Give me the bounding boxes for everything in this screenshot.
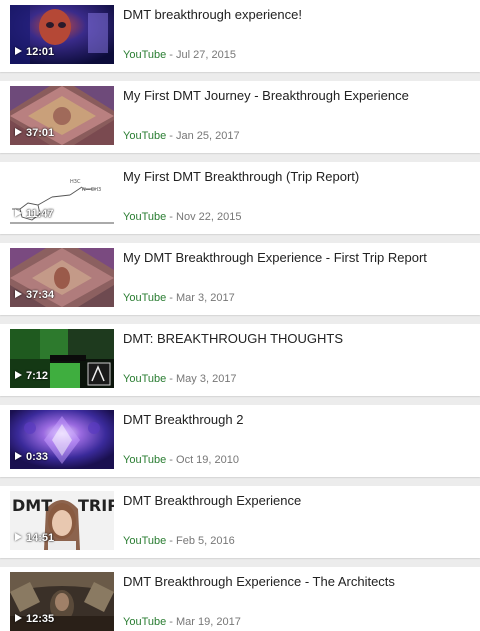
meta-separator: - xyxy=(166,454,177,466)
video-thumbnail[interactable]: H3C N—CH3 11:47 xyxy=(10,167,114,226)
result-date: Feb 5, 2016 xyxy=(176,535,235,547)
video-thumbnail[interactable]: DMT TRIP 14:51 xyxy=(10,491,114,550)
video-thumbnail[interactable]: 37:01 xyxy=(10,86,114,145)
result-card[interactable]: H3C N—CH3 11:47 My First DMT Breakthroug… xyxy=(0,162,480,234)
result-title[interactable]: DMT: BREAKTHROUGH THOUGHTS xyxy=(123,330,466,347)
result-meta: YouTube - Oct 19, 2010 xyxy=(123,454,239,466)
result-source: YouTube xyxy=(123,373,167,385)
result-title[interactable]: DMT Breakthrough Experience xyxy=(123,492,466,509)
meta-separator: - xyxy=(166,292,177,304)
video-duration: 14:51 xyxy=(15,532,54,545)
meta-separator: - xyxy=(166,373,177,385)
meta-separator: - xyxy=(166,49,177,61)
video-duration: 12:35 xyxy=(15,613,54,626)
result-meta: YouTube - May 3, 2017 xyxy=(123,373,237,385)
play-icon xyxy=(15,47,22,55)
result-meta: YouTube - Nov 22, 2015 xyxy=(123,211,241,223)
result-source: YouTube xyxy=(123,616,167,628)
video-thumbnail[interactable]: 7:12 xyxy=(10,329,114,388)
play-icon xyxy=(15,371,22,379)
video-duration: 11:47 xyxy=(15,208,54,221)
result-meta: YouTube - Feb 5, 2016 xyxy=(123,535,235,547)
video-duration: 37:34 xyxy=(15,289,54,302)
result-card[interactable]: 12:35 DMT Breakthrough Experience - The … xyxy=(0,567,480,631)
result-date: May 3, 2017 xyxy=(176,373,237,385)
result-date: Mar 3, 2017 xyxy=(176,292,235,304)
result-date: Mar 19, 2017 xyxy=(176,616,241,628)
thumb-label-dmt: DMT xyxy=(12,496,52,515)
result-source: YouTube xyxy=(123,130,167,142)
result-source: YouTube xyxy=(123,535,167,547)
play-icon xyxy=(15,452,22,460)
result-card[interactable]: 37:34 My DMT Breakthrough Experience - F… xyxy=(0,243,480,315)
result-card[interactable]: 7:12 DMT: BREAKTHROUGH THOUGHTS YouTube … xyxy=(0,324,480,396)
result-title[interactable]: My First DMT Journey - Breakthrough Expe… xyxy=(123,87,466,104)
result-title[interactable]: DMT Breakthrough 2 xyxy=(123,411,466,428)
result-title[interactable]: My First DMT Breakthrough (Trip Report) xyxy=(123,168,466,185)
video-duration: 7:12 xyxy=(15,370,48,383)
result-card[interactable]: 37:01 My First DMT Journey - Breakthroug… xyxy=(0,81,480,153)
meta-separator: - xyxy=(166,616,177,628)
result-source: YouTube xyxy=(123,49,167,61)
result-card[interactable]: 0:33 DMT Breakthrough 2 YouTube - Oct 19… xyxy=(0,405,480,477)
result-date: Jan 25, 2017 xyxy=(176,130,240,142)
search-results-list: 12:01 DMT breakthrough experience! YouTu… xyxy=(0,0,480,631)
meta-separator: - xyxy=(166,535,177,547)
result-date: Nov 22, 2015 xyxy=(176,211,242,223)
result-date: Jul 27, 2015 xyxy=(176,49,236,61)
result-card[interactable]: 12:01 DMT breakthrough experience! YouTu… xyxy=(0,0,480,72)
video-thumbnail[interactable]: 12:01 xyxy=(10,5,114,64)
video-thumbnail[interactable]: 37:34 xyxy=(10,248,114,307)
result-meta: YouTube - Mar 19, 2017 xyxy=(123,616,241,628)
play-icon xyxy=(15,209,22,217)
result-meta: YouTube - Jan 25, 2017 xyxy=(123,130,240,142)
video-duration: 0:33 xyxy=(15,451,48,464)
result-title[interactable]: DMT breakthrough experience! xyxy=(123,6,466,23)
result-meta: YouTube - Jul 27, 2015 xyxy=(123,49,236,61)
result-source: YouTube xyxy=(123,292,167,304)
result-meta: YouTube - Mar 3, 2017 xyxy=(123,292,235,304)
result-title[interactable]: DMT Breakthrough Experience - The Archit… xyxy=(123,573,466,590)
video-duration: 12:01 xyxy=(15,46,54,59)
result-source: YouTube xyxy=(123,454,167,466)
result-title[interactable]: My DMT Breakthrough Experience - First T… xyxy=(123,249,466,266)
result-source: YouTube xyxy=(123,211,167,223)
thumb-label-h3c: H3C xyxy=(70,179,81,185)
thumb-label-trip: TRIP xyxy=(78,496,114,515)
video-thumbnail[interactable]: 0:33 xyxy=(10,410,114,469)
result-card[interactable]: DMT TRIP 14:51 DMT Breakthrough Experien… xyxy=(0,486,480,558)
play-icon xyxy=(15,614,22,622)
meta-separator: - xyxy=(166,211,177,223)
thumb-label-ch3: N—CH3 xyxy=(82,187,101,193)
result-date: Oct 19, 2010 xyxy=(176,454,240,466)
play-icon xyxy=(15,128,22,136)
meta-separator: - xyxy=(166,130,177,142)
play-icon xyxy=(15,533,22,541)
video-duration: 37:01 xyxy=(15,127,54,140)
play-icon xyxy=(15,290,22,298)
video-thumbnail[interactable]: 12:35 xyxy=(10,572,114,631)
